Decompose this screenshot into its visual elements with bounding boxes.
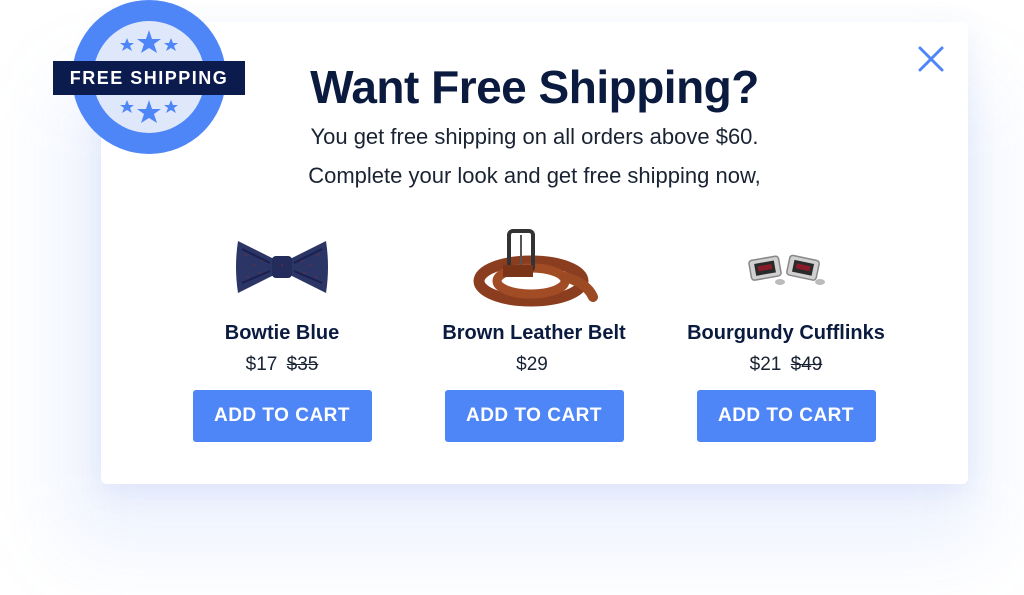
product-price-row: $29 xyxy=(409,352,659,378)
product-name: Bowtie Blue xyxy=(224,322,340,344)
product-name: Brown Leather Belt xyxy=(442,322,626,344)
product-price-row: $21 $49 xyxy=(661,352,911,378)
add-to-cart-button[interactable]: ADD TO CART xyxy=(696,390,876,442)
badge-label: FREE SHIPPING xyxy=(69,68,229,88)
popup-stage: Want Free Shipping? You get free shippin… xyxy=(0,0,1024,595)
product-price: $17 xyxy=(245,354,278,375)
add-to-cart-button[interactable]: ADD TO CART xyxy=(192,390,372,442)
bowtie-image xyxy=(157,222,407,312)
product-card-belt: Brown Leather Belt $29 ADD TO CART xyxy=(409,222,659,442)
popup-subline-cta: Complete your look and get free shipping… xyxy=(308,163,761,188)
product-price-row: $17 $35 xyxy=(157,352,407,378)
free-shipping-badge: FREE SHIPPING xyxy=(53,0,245,156)
product-old-price: $49 xyxy=(790,354,823,375)
product-name: Bourgundy Cufflinks xyxy=(687,322,885,344)
product-price: $29 xyxy=(516,354,548,375)
product-old-price: $35 xyxy=(286,354,319,375)
product-price: $21 xyxy=(749,354,782,375)
cufflinks-image xyxy=(661,222,911,312)
belt-image xyxy=(409,222,659,312)
product-card-bowtie: Bowtie Blue $17 $35 ADD TO CART xyxy=(157,222,407,442)
add-to-cart-button[interactable]: ADD TO CART xyxy=(444,390,624,442)
product-card-cufflinks: Bourgundy Cufflinks $21 $49 ADD TO CART xyxy=(661,222,911,442)
